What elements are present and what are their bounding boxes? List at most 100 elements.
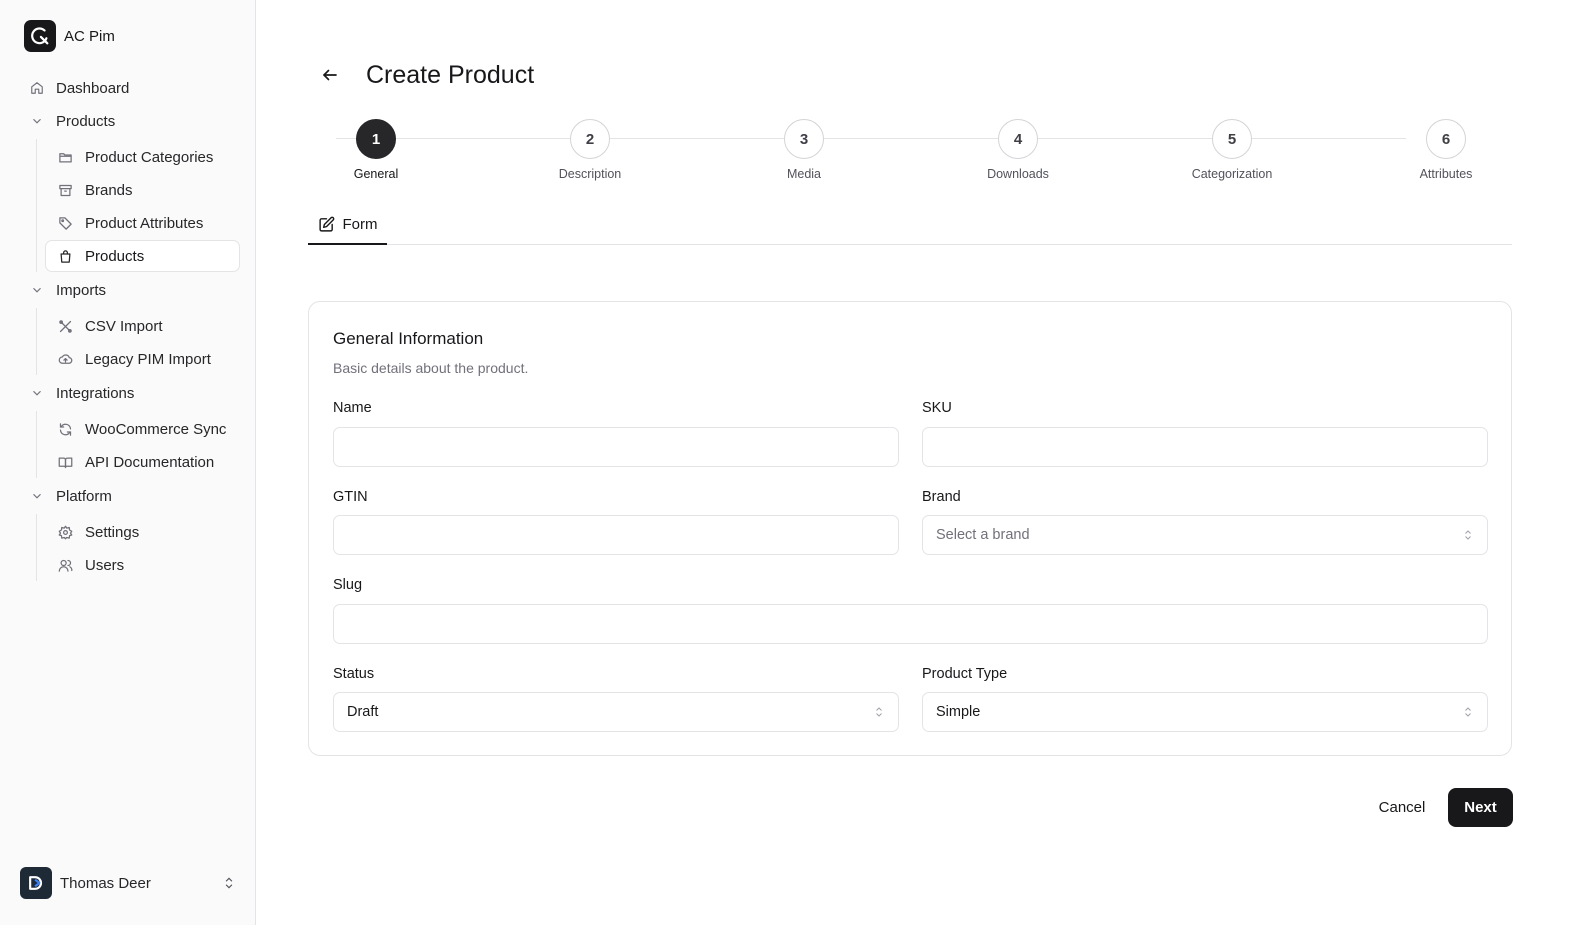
gtin-label: GTIN <box>333 489 368 505</box>
step-label: Media <box>786 167 822 181</box>
users-icon <box>58 559 73 572</box>
step-general[interactable]: 1 General <box>316 119 436 181</box>
book-icon <box>58 457 73 468</box>
pencil-square-icon <box>318 216 334 232</box>
user-avatar-logo-icon <box>29 876 43 890</box>
sidebar-group-items: CSV Import Legacy PIM Import <box>36 308 240 375</box>
stepper: 1 General 2 Description 3 Media 4 Downlo… <box>316 119 1476 185</box>
main-content: Create Product 1 General 2 Description 3… <box>256 0 1586 925</box>
cloud-upload-icon <box>58 353 73 364</box>
gear-icon <box>58 525 73 539</box>
chevron-down-icon <box>33 493 41 499</box>
step-description[interactable]: 2 Description <box>530 119 650 181</box>
sidebar-item-settings[interactable]: Settings <box>45 516 240 548</box>
sidebar-item-label: API Documentation <box>85 453 215 471</box>
sidebar-group-items: Product Categories Brands Product Attrib… <box>36 139 240 272</box>
sidebar-item-api-documentation[interactable]: API Documentation <box>45 446 240 478</box>
page-header: Create Product <box>318 58 534 92</box>
slug-label: Slug <box>333 577 363 593</box>
user-menu[interactable]: Thomas Deer <box>20 866 236 900</box>
sku-input[interactable] <box>922 427 1488 467</box>
tab-label: Form <box>342 215 378 233</box>
product-type-label: Product Type <box>922 666 1008 682</box>
sidebar-item-label: Product Attributes <box>85 214 204 232</box>
refresh-icon <box>59 422 72 436</box>
step-label: Categorization <box>1191 167 1273 181</box>
step-number: 5 <box>1212 119 1252 159</box>
product-type-select[interactable]: Simple <box>922 692 1488 732</box>
step-number: 1 <box>356 119 396 159</box>
chevron-down-icon <box>33 118 41 124</box>
card-description: Basic details about the product. <box>333 360 529 376</box>
sidebar-group-toggle-products[interactable]: Products <box>24 106 240 136</box>
step-label: Description <box>558 167 622 181</box>
status-select[interactable]: Draft <box>333 692 899 732</box>
sidebar-item-label: WooCommerce Sync <box>85 420 227 438</box>
step-label: General <box>353 167 399 181</box>
app-brand[interactable]: AC Pim <box>24 20 115 52</box>
sidebar-group-label: Products <box>56 112 116 130</box>
step-attributes[interactable]: 6 Attributes <box>1386 119 1506 181</box>
avatar <box>20 867 52 899</box>
chevrons-up-down-icon <box>1465 707 1471 717</box>
brand-select-placeholder: Select a brand <box>936 527 1030 543</box>
name-input[interactable] <box>333 427 899 467</box>
cancel-button[interactable]: Cancel <box>1368 788 1436 826</box>
sidebar-group-label: Imports <box>56 281 107 299</box>
sku-label: SKU <box>922 400 952 416</box>
app-logo-icon <box>24 20 56 52</box>
sidebar-item-label: Users <box>85 556 125 574</box>
sidebar-item-label: Legacy PIM Import <box>85 350 211 368</box>
sidebar-group-label: Integrations <box>56 384 135 402</box>
sidebar-item-label: Settings <box>85 523 140 541</box>
step-number: 4 <box>998 119 1038 159</box>
slug-input[interactable] <box>333 604 1488 644</box>
sidebar-item-label: Products <box>85 247 145 265</box>
sidebar-item-product-attributes[interactable]: Product Attributes <box>45 207 240 239</box>
sidebar-group-products: Products Product Categories Brands Produ… <box>24 106 240 272</box>
sidebar-group-imports: Imports CSV Import Legacy PIM Import <box>24 275 240 375</box>
app-name: AC Pim <box>64 27 115 45</box>
step-categorization[interactable]: 5 Categorization <box>1172 119 1292 181</box>
tag-icon <box>59 216 72 230</box>
sidebar-group-label: Platform <box>56 487 112 505</box>
next-button[interactable]: Next <box>1448 788 1513 827</box>
sidebar-item-dashboard[interactable]: Dashboard <box>24 73 240 103</box>
sidebar-item-product-categories[interactable]: Product Categories <box>45 141 240 173</box>
sidebar-item-woocommerce-sync[interactable]: WooCommerce Sync <box>45 413 240 445</box>
sidebar-group-toggle-platform[interactable]: Platform <box>24 481 240 511</box>
sidebar-item-products[interactable]: Products <box>45 240 240 272</box>
user-name: Thomas Deer <box>60 874 151 892</box>
arrow-left-icon <box>323 69 337 81</box>
step-downloads[interactable]: 4 Downloads <box>958 119 1078 181</box>
step-number: 6 <box>1426 119 1466 159</box>
gtin-input[interactable] <box>333 515 899 555</box>
sidebar-nav: Dashboard Products Product Categories Br… <box>24 73 240 584</box>
sidebar-group-toggle-imports[interactable]: Imports <box>24 275 240 305</box>
product-type-select-value: Simple <box>936 704 981 720</box>
sidebar-group-toggle-integrations[interactable]: Integrations <box>24 378 240 408</box>
general-information-card: General Information Basic details about … <box>308 301 1512 756</box>
tab-form[interactable]: Form <box>308 205 387 245</box>
sidebar-group-items: WooCommerce Sync API Documentation <box>36 411 240 478</box>
brand-select[interactable]: Select a brand <box>922 515 1488 555</box>
folder-icon <box>59 152 72 162</box>
step-media[interactable]: 3 Media <box>744 119 864 181</box>
tab-bar: Form <box>308 205 1512 245</box>
home-icon <box>31 82 43 94</box>
sidebar-item-users[interactable]: Users <box>45 549 240 581</box>
back-button[interactable] <box>318 58 342 92</box>
sidebar-item-label: Product Categories <box>85 148 214 166</box>
sidebar-item-label: CSV Import <box>85 317 163 335</box>
shopping-bag-icon <box>60 249 71 263</box>
sidebar-item-label: Brands <box>85 181 133 199</box>
step-number: 3 <box>784 119 824 159</box>
chevron-down-icon <box>33 287 41 293</box>
sidebar: AC Pim Dashboard Products Product Catego… <box>0 0 256 925</box>
sidebar-item-brands[interactable]: Brands <box>45 174 240 206</box>
chevrons-up-down-icon <box>225 877 233 889</box>
sidebar-item-csv-import[interactable]: CSV Import <box>45 310 240 342</box>
archive-icon <box>59 184 72 196</box>
sidebar-item-legacy-pim-import[interactable]: Legacy PIM Import <box>45 343 240 375</box>
page-title: Create Product <box>366 60 535 89</box>
